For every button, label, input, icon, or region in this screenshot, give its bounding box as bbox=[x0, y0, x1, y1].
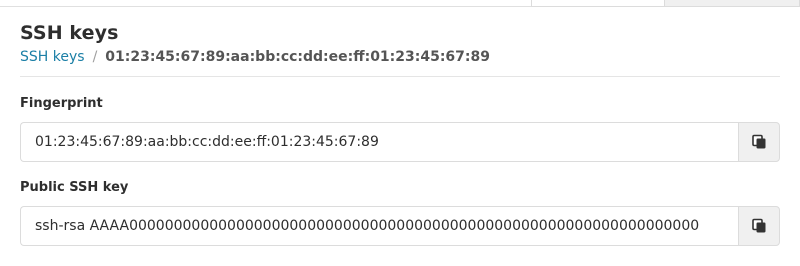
page-header: SSH keys SSH keys / 01:23:45:67:89:aa:bb:c… bbox=[20, 22, 780, 66]
breadcrumb: SSH keys / 01:23:45:67:89:aa:bb:cc:dd:ee:f… bbox=[20, 48, 780, 66]
copy-fingerprint-button[interactable] bbox=[738, 122, 780, 162]
public-key-field-group: ssh-rsa AAAA0000000000000000000000000000… bbox=[20, 206, 780, 246]
fingerprint-field[interactable]: 01:23:45:67:89:aa:bb:cc:dd:ee:ff:01:23:4… bbox=[20, 122, 738, 162]
top-tab-bar-fragment bbox=[0, 0, 800, 7]
top-tab-fragment-active[interactable] bbox=[664, 0, 800, 7]
fingerprint-label: Fingerprint bbox=[20, 96, 103, 111]
public-key-value: ssh-rsa AAAA0000000000000000000000000000… bbox=[35, 218, 700, 234]
header-divider bbox=[20, 76, 780, 77]
copy-icon bbox=[752, 134, 766, 149]
breadcrumb-link-ssh-keys[interactable]: SSH keys bbox=[20, 49, 85, 65]
copy-public-key-button[interactable] bbox=[738, 206, 780, 246]
breadcrumb-current: 01:23:45:67:89:aa:bb:cc:dd:ee:ff:01:23:4… bbox=[105, 49, 490, 65]
fingerprint-field-group: 01:23:45:67:89:aa:bb:cc:dd:ee:ff:01:23:4… bbox=[20, 122, 780, 162]
public-key-field[interactable]: ssh-rsa AAAA0000000000000000000000000000… bbox=[20, 206, 738, 246]
fingerprint-value: 01:23:45:67:89:aa:bb:cc:dd:ee:ff:01:23:4… bbox=[35, 134, 379, 150]
top-tab-fragment[interactable] bbox=[531, 0, 665, 7]
public-key-label: Public SSH key bbox=[20, 180, 129, 195]
breadcrumb-separator: / bbox=[92, 49, 98, 65]
copy-icon bbox=[752, 218, 766, 233]
page-title: SSH keys bbox=[20, 22, 119, 44]
ssh-key-detail-page: SSH keys SSH keys / 01:23:45:67:89:aa:bb:c… bbox=[0, 0, 800, 266]
